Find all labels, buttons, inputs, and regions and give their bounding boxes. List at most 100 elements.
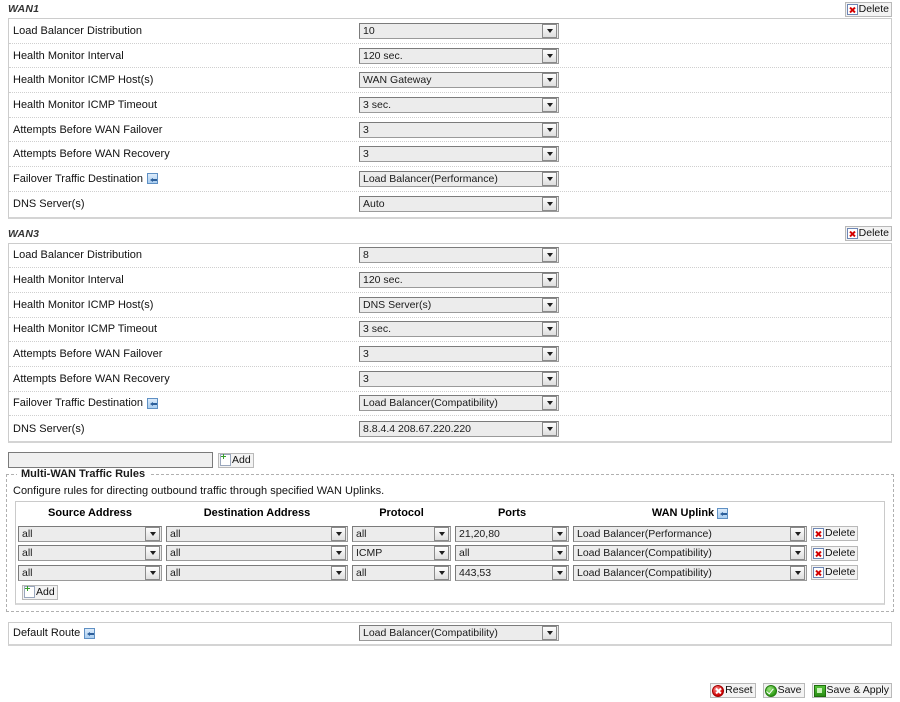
chevron-down-icon[interactable] bbox=[145, 526, 160, 541]
wan-uplink-select[interactable]: Load Balancer(Compatibility) bbox=[573, 545, 807, 562]
chevron-down-icon[interactable] bbox=[552, 526, 567, 541]
default-route-label-text: Default Route bbox=[13, 627, 81, 639]
delete-wan3-button[interactable]: Delete bbox=[844, 226, 892, 241]
ports-select[interactable]: 21,20,80 bbox=[455, 525, 569, 542]
chevron-down-icon[interactable] bbox=[331, 546, 346, 561]
select-value: all bbox=[22, 527, 33, 540]
protocol-select[interactable]: all bbox=[352, 525, 451, 542]
chevron-down-icon[interactable] bbox=[434, 546, 449, 561]
chevron-down-icon[interactable] bbox=[542, 97, 557, 112]
save-and-apply-button[interactable]: Save & Apply bbox=[811, 683, 892, 698]
save-button[interactable]: Save bbox=[762, 683, 805, 698]
add-rule-button[interactable]: Add bbox=[22, 584, 58, 600]
help-arrow-icon[interactable] bbox=[717, 507, 729, 519]
help-arrow-icon[interactable] bbox=[147, 173, 159, 185]
health-monitor-interval-select[interactable]: 120 sec. bbox=[359, 47, 559, 64]
destination-address-select[interactable]: all bbox=[166, 545, 348, 562]
wan-uplink-select[interactable]: Load Balancer(Compatibility) bbox=[573, 564, 807, 581]
chevron-down-icon[interactable] bbox=[542, 297, 557, 312]
settings-row: Health Monitor ICMP Timeout 3 sec. bbox=[9, 318, 891, 343]
delete-rule-button[interactable]: Delete bbox=[811, 545, 859, 561]
help-arrow-icon[interactable] bbox=[84, 627, 96, 639]
row-label: Attempts Before WAN Recovery bbox=[13, 148, 170, 161]
chevron-down-icon[interactable] bbox=[542, 48, 557, 63]
chevron-down-icon[interactable] bbox=[434, 526, 449, 541]
chevron-down-icon[interactable] bbox=[542, 73, 557, 88]
chevron-down-icon[interactable] bbox=[145, 546, 160, 561]
cell-actions: Delete bbox=[809, 526, 869, 542]
add-wan-button[interactable]: Add bbox=[218, 452, 254, 468]
dns-servers-select[interactable]: Auto bbox=[359, 196, 559, 213]
chevron-down-icon[interactable] bbox=[542, 197, 557, 212]
chevron-down-icon[interactable] bbox=[542, 248, 557, 263]
health-monitor-icmp-hosts-select[interactable]: WAN Gateway bbox=[359, 72, 559, 89]
table-header-row: Source Address Destination Address Proto… bbox=[16, 502, 884, 524]
chevron-down-icon[interactable] bbox=[790, 526, 805, 541]
chevron-down-icon[interactable] bbox=[542, 23, 557, 38]
chevron-down-icon[interactable] bbox=[331, 526, 346, 541]
reset-button[interactable]: Reset bbox=[710, 683, 756, 698]
chevron-down-icon[interactable] bbox=[542, 147, 557, 162]
cell-protocol: ICMP bbox=[350, 545, 453, 562]
health-monitor-icmp-hosts-select[interactable]: DNS Server(s) bbox=[359, 296, 559, 313]
source-address-select[interactable]: all bbox=[18, 545, 162, 562]
new-wan-input[interactable] bbox=[8, 452, 213, 468]
failover-traffic-destination-select[interactable]: Load Balancer(Performance) bbox=[359, 170, 559, 187]
chevron-down-icon[interactable] bbox=[552, 546, 567, 561]
chevron-down-icon[interactable] bbox=[542, 122, 557, 137]
chevron-down-icon[interactable] bbox=[542, 396, 557, 411]
dns-servers-select[interactable]: 8.8.4.4 208.67.220.220 bbox=[359, 420, 559, 437]
row-field: 120 sec. bbox=[359, 272, 891, 289]
column-header-source: Source Address bbox=[48, 507, 132, 519]
protocol-select[interactable]: all bbox=[352, 564, 451, 581]
chevron-down-icon[interactable] bbox=[542, 347, 557, 362]
select-value: 3 bbox=[363, 348, 369, 361]
row-field: WAN Gateway bbox=[359, 72, 891, 89]
failover-traffic-destination-select[interactable]: Load Balancer(Compatibility) bbox=[359, 395, 559, 412]
add-page-icon bbox=[220, 454, 231, 466]
health-monitor-icmp-timeout-select[interactable]: 3 sec. bbox=[359, 321, 559, 338]
settings-row: Health Monitor ICMP Host(s) WAN Gateway bbox=[9, 68, 891, 94]
chevron-down-icon[interactable] bbox=[790, 546, 805, 561]
chevron-down-icon[interactable] bbox=[542, 273, 557, 288]
row-label-text: Failover Traffic Destination bbox=[13, 172, 144, 185]
source-address-select[interactable]: all bbox=[18, 525, 162, 542]
attempts-before-wan-failover-select[interactable]: 3 bbox=[359, 121, 559, 138]
chevron-down-icon[interactable] bbox=[542, 171, 557, 186]
cell-protocol: all bbox=[350, 525, 453, 542]
delete-wan1-button[interactable]: Delete bbox=[844, 1, 892, 17]
select-value: WAN Gateway bbox=[363, 74, 432, 87]
chevron-down-icon[interactable] bbox=[552, 565, 567, 580]
destination-address-select[interactable]: all bbox=[166, 525, 348, 542]
chevron-down-icon[interactable] bbox=[790, 565, 805, 580]
health-monitor-icmp-timeout-select[interactable]: 3 sec. bbox=[359, 96, 559, 113]
load-balancer-distribution-select[interactable]: 8 bbox=[359, 247, 559, 264]
chevron-down-icon[interactable] bbox=[542, 421, 557, 436]
chevron-down-icon[interactable] bbox=[542, 322, 557, 337]
ports-select[interactable]: 443,53 bbox=[455, 564, 569, 581]
row-field: 8 bbox=[359, 247, 891, 264]
delete-rule-button[interactable]: Delete bbox=[811, 526, 859, 542]
protocol-select[interactable]: ICMP bbox=[352, 545, 451, 562]
select-value: Load Balancer(Compatibility) bbox=[577, 547, 712, 560]
ports-select[interactable]: all bbox=[455, 545, 569, 562]
chevron-down-icon[interactable] bbox=[331, 565, 346, 580]
help-arrow-icon[interactable] bbox=[147, 397, 159, 409]
column-header-uplink: WAN Uplink bbox=[571, 507, 809, 519]
destination-address-select[interactable]: all bbox=[166, 564, 348, 581]
row-label: Attempts Before WAN Failover bbox=[13, 123, 163, 136]
delete-rule-button[interactable]: Delete bbox=[811, 565, 859, 581]
chevron-down-icon[interactable] bbox=[542, 626, 557, 640]
attempts-before-wan-recovery-select[interactable]: 3 bbox=[359, 370, 559, 387]
chevron-down-icon[interactable] bbox=[542, 371, 557, 386]
select-value: all bbox=[170, 547, 181, 560]
health-monitor-interval-select[interactable]: 120 sec. bbox=[359, 272, 559, 289]
default-route-select[interactable]: Load Balancer(Compatibility) bbox=[359, 625, 559, 641]
chevron-down-icon[interactable] bbox=[145, 565, 160, 580]
attempts-before-wan-failover-select[interactable]: 3 bbox=[359, 346, 559, 363]
source-address-select[interactable]: all bbox=[18, 564, 162, 581]
wan-uplink-select[interactable]: Load Balancer(Performance) bbox=[573, 525, 807, 542]
attempts-before-wan-recovery-select[interactable]: 3 bbox=[359, 146, 559, 163]
chevron-down-icon[interactable] bbox=[434, 565, 449, 580]
load-balancer-distribution-select[interactable]: 10 bbox=[359, 22, 559, 39]
